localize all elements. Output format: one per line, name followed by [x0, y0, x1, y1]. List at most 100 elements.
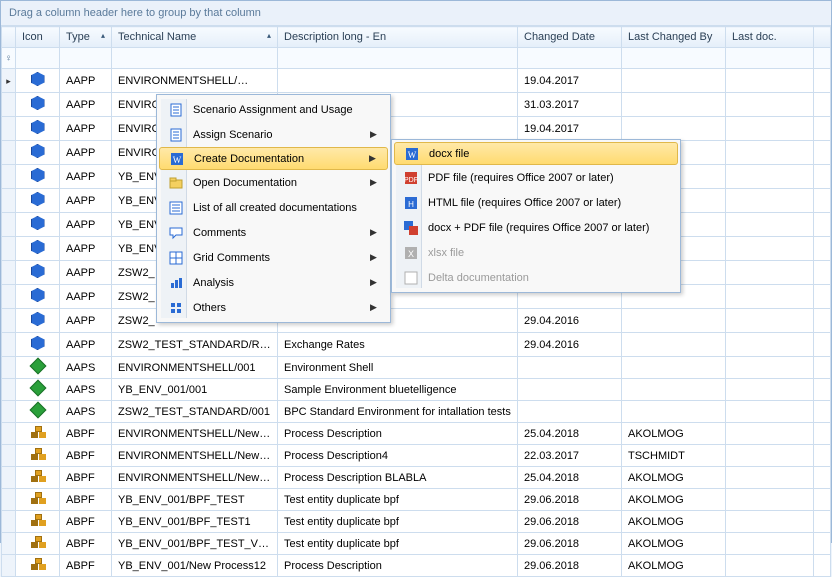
- table-row[interactable]: AAPPENVIRO31.03.2017: [2, 93, 831, 117]
- row-handle[interactable]: [2, 379, 16, 401]
- header-technical-name[interactable]: Technical Name▴: [112, 27, 278, 48]
- table-row[interactable]: AAPPENVIRO19.04.2017: [2, 117, 831, 141]
- menu-item-label: Grid Comments: [187, 252, 370, 264]
- cell-last-doc: [726, 165, 814, 189]
- table-row[interactable]: ABPFYB_ENV_001/New Process12Process Desc…: [2, 555, 831, 577]
- menu-item-comments[interactable]: Comments▶: [159, 220, 388, 245]
- row-handle[interactable]: [2, 213, 16, 237]
- table-row[interactable]: ABPFENVIRONMENTSHELL/New Proc…Process De…: [2, 423, 831, 445]
- header-tech-label: Technical Name: [118, 31, 196, 43]
- header-user-label: Last Changed By: [628, 31, 712, 43]
- header-last-changed-by[interactable]: Last Changed By: [622, 27, 726, 48]
- row-handle[interactable]: [2, 423, 16, 445]
- table-row[interactable]: AAPSZSW2_TEST_STANDARD/001BPC Standard E…: [2, 401, 831, 423]
- filter-doc-cell[interactable]: [726, 48, 814, 69]
- submenu-arrow-icon: ▶: [369, 153, 381, 164]
- row-handle[interactable]: [2, 189, 16, 213]
- row-handle[interactable]: [2, 93, 16, 117]
- row-handle[interactable]: [2, 333, 16, 357]
- filter-tech-cell[interactable]: [112, 48, 278, 69]
- submenu-item-pdf-file-requires-office-2007-or-later[interactable]: PDFPDF file (requires Office 2007 or lat…: [394, 165, 678, 190]
- header-handle[interactable]: [2, 27, 16, 48]
- cell-type: AAPP: [60, 309, 112, 333]
- row-handle[interactable]: [2, 141, 16, 165]
- table-row[interactable]: ABPFENVIRONMENTSHELL/New Proc…Process De…: [2, 445, 831, 467]
- table-row[interactable]: ABPFYB_ENV_001/BPF_TEST_VERSIONTest enti…: [2, 533, 831, 555]
- cell-icon: [16, 237, 60, 261]
- cell-description: Test entity duplicate bpf: [278, 533, 518, 555]
- cell-last-doc: [726, 333, 814, 357]
- row-handle[interactable]: [2, 401, 16, 423]
- hierarchy-icon: [31, 536, 45, 548]
- xlsx-icon: X: [400, 245, 422, 261]
- table-row[interactable]: AAPSENVIRONMENTSHELL/001Environment Shel…: [2, 357, 831, 379]
- filter-type-cell[interactable]: [60, 48, 112, 69]
- row-handle[interactable]: [2, 309, 16, 333]
- row-handle[interactable]: [2, 117, 16, 141]
- cell-slack: [814, 333, 831, 357]
- cell-last-changed-by: [622, 309, 726, 333]
- cell-type: AAPP: [60, 165, 112, 189]
- table-row[interactable]: ▸AAPPENVIRONMENTSHELL/…19.04.2017: [2, 69, 831, 93]
- cell-last-changed-by: AKOLMOG: [622, 489, 726, 511]
- row-handle[interactable]: ▸: [2, 69, 16, 93]
- cell-last-changed-by: [622, 333, 726, 357]
- row-handle[interactable]: [2, 467, 16, 489]
- row-handle[interactable]: [2, 357, 16, 379]
- row-handle[interactable]: [2, 533, 16, 555]
- filter-user-cell[interactable]: [622, 48, 726, 69]
- menu-item-assign-scenario[interactable]: Assign Scenario▶: [159, 122, 388, 147]
- filter-icon-cell[interactable]: [16, 48, 60, 69]
- group-by-bar[interactable]: Drag a column header here to group by th…: [1, 1, 831, 26]
- header-type[interactable]: Type▴: [60, 27, 112, 48]
- wordpdf-icon: [400, 220, 422, 236]
- submenu-arrow-icon: ▶: [370, 252, 382, 263]
- hierarchy-icon: [31, 514, 45, 526]
- table-row[interactable]: AAPPZSW2_29.04.2016: [2, 309, 831, 333]
- header-type-label: Type: [66, 31, 90, 43]
- table-row[interactable]: ABPFENVIRONMENTSHELL/New Proc…Process De…: [2, 467, 831, 489]
- cell-last-doc: [726, 511, 814, 533]
- menu-item-open-documentation[interactable]: Open Documentation▶: [159, 170, 388, 195]
- cell-type: AAPS: [60, 379, 112, 401]
- cell-technical-name: YB_ENV_001/BPF_TEST_VERSION: [112, 533, 278, 555]
- menu-item-grid-comments[interactable]: Grid Comments▶: [159, 245, 388, 270]
- cell-description: Process Description4: [278, 445, 518, 467]
- cell-type: AAPP: [60, 189, 112, 213]
- cell-type: ABPF: [60, 489, 112, 511]
- cell-type: ABPF: [60, 423, 112, 445]
- menu-item-analysis[interactable]: Analysis▶: [159, 270, 388, 295]
- submenu-item-docx-file[interactable]: Wdocx file: [394, 142, 678, 165]
- header-description[interactable]: Description long - En: [278, 27, 518, 48]
- row-handle[interactable]: [2, 285, 16, 309]
- filter-desc-cell[interactable]: [278, 48, 518, 69]
- menu-item-create-documentation[interactable]: WCreate Documentation▶: [159, 147, 388, 170]
- cell-icon: [16, 423, 60, 445]
- cube-icon: [31, 72, 45, 86]
- header-last-doc[interactable]: Last doc.: [726, 27, 814, 48]
- row-handle[interactable]: [2, 237, 16, 261]
- submenu-item-html-file-requires-office-2007-or-later[interactable]: HHTML file (requires Office 2007 or late…: [394, 190, 678, 215]
- filter-date-cell[interactable]: [518, 48, 622, 69]
- menu-item-scenario-assignment-and-usage[interactable]: Scenario Assignment and Usage: [159, 97, 388, 122]
- svg-text:W: W: [408, 150, 417, 160]
- table-row[interactable]: ABPFYB_ENV_001/BPF_TEST1Test entity dupl…: [2, 511, 831, 533]
- filter-icon: ♀: [5, 53, 13, 64]
- submenu-item-docx-pdf-file-requires-office-2007-or-later[interactable]: docx + PDF file (requires Office 2007 or…: [394, 215, 678, 240]
- row-handle[interactable]: [2, 555, 16, 577]
- cell-last-changed-by: TSCHMIDT: [622, 445, 726, 467]
- menu-item-list-of-all-created-documentations[interactable]: List of all created documentations: [159, 195, 388, 220]
- table-row[interactable]: ABPFYB_ENV_001/BPF_TESTTest entity dupli…: [2, 489, 831, 511]
- table-row[interactable]: AAPSYB_ENV_001/001Sample Environment blu…: [2, 379, 831, 401]
- pdf-icon: PDF: [400, 170, 422, 186]
- table-row[interactable]: AAPPZSW2_TEST_STANDARD/RatesExchange Rat…: [2, 333, 831, 357]
- row-handle[interactable]: [2, 165, 16, 189]
- row-handle[interactable]: [2, 511, 16, 533]
- row-handle[interactable]: [2, 445, 16, 467]
- submenu-arrow-icon: ▶: [370, 277, 382, 288]
- menu-item-others[interactable]: Others▶: [159, 295, 388, 320]
- header-icon[interactable]: Icon: [16, 27, 60, 48]
- row-handle[interactable]: [2, 261, 16, 285]
- row-handle[interactable]: [2, 489, 16, 511]
- header-changed-date[interactable]: Changed Date: [518, 27, 622, 48]
